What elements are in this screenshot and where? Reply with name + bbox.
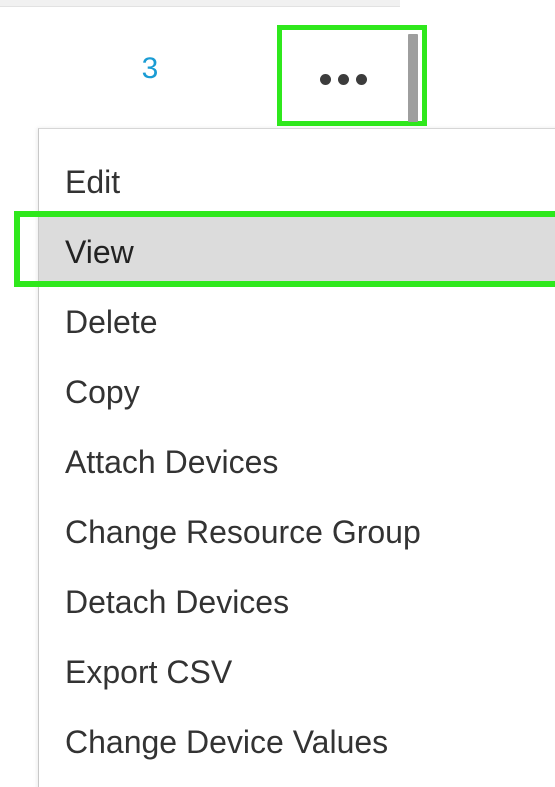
menu-item-attach-devices[interactable]: Attach Devices — [39, 427, 555, 497]
menu-item-copy[interactable]: Copy — [39, 357, 555, 427]
menu-item-delete[interactable]: Delete — [39, 287, 555, 357]
screenshot-stage: 3 Edit View Delete Copy Attach Devices C… — [0, 0, 555, 787]
more-horizontal-icon — [320, 74, 368, 85]
more-actions-button[interactable] — [277, 25, 427, 126]
table-row-divider — [0, 0, 400, 7]
menu-item-change-resource-group[interactable]: Change Resource Group — [39, 497, 555, 567]
device-count-link[interactable]: 3 — [120, 52, 180, 86]
menu-item-view[interactable]: View — [39, 217, 555, 287]
scrollbar-edge — [408, 34, 418, 122]
actions-menu: Edit View Delete Copy Attach Devices Cha… — [38, 128, 555, 787]
menu-item-edit[interactable]: Edit — [39, 147, 555, 217]
menu-item-detach-devices[interactable]: Detach Devices — [39, 567, 555, 637]
menu-item-change-device-values[interactable]: Change Device Values — [39, 707, 555, 777]
menu-item-export-csv[interactable]: Export CSV — [39, 637, 555, 707]
